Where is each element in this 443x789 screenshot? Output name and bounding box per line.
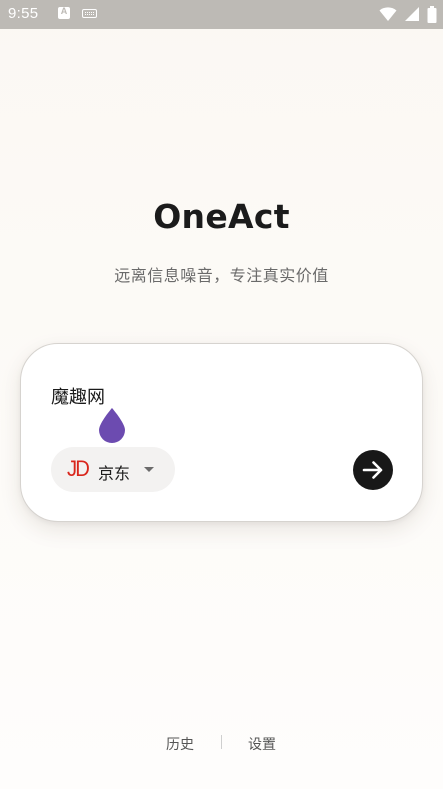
app-title: OneAct	[153, 197, 290, 236]
status-bar: 9:55 A	[0, 0, 443, 29]
search-input[interactable]: 魔趣网	[51, 383, 105, 409]
cellular-signal-icon	[404, 7, 419, 21]
battery-icon	[427, 6, 437, 23]
platform-selector[interactable]: JD 京东	[51, 447, 175, 492]
nav-divider	[221, 735, 222, 749]
status-icons	[377, 6, 437, 24]
arrow-right-icon	[362, 461, 383, 479]
a-notification-icon-letter: A	[60, 6, 68, 16]
status-time: 9:55	[8, 5, 39, 22]
keyboard-icon	[82, 9, 97, 18]
history-link[interactable]: 历史	[166, 734, 194, 754]
caret-down-icon	[144, 467, 154, 472]
settings-link[interactable]: 设置	[248, 734, 276, 754]
jd-logo: JD	[67, 456, 90, 481]
search-card: 魔趣网 JD 京东	[20, 343, 423, 522]
a-notification-icon: A	[58, 6, 70, 19]
wifi-icon	[379, 7, 397, 21]
bottom-nav: 历史 设置	[0, 732, 443, 754]
submit-button[interactable]	[353, 450, 393, 490]
platform-name: 京东	[98, 464, 131, 483]
text-cursor-handle-icon[interactable]	[98, 408, 126, 443]
app-subtitle: 远离信息噪音，专注真实价值	[114, 266, 329, 285]
